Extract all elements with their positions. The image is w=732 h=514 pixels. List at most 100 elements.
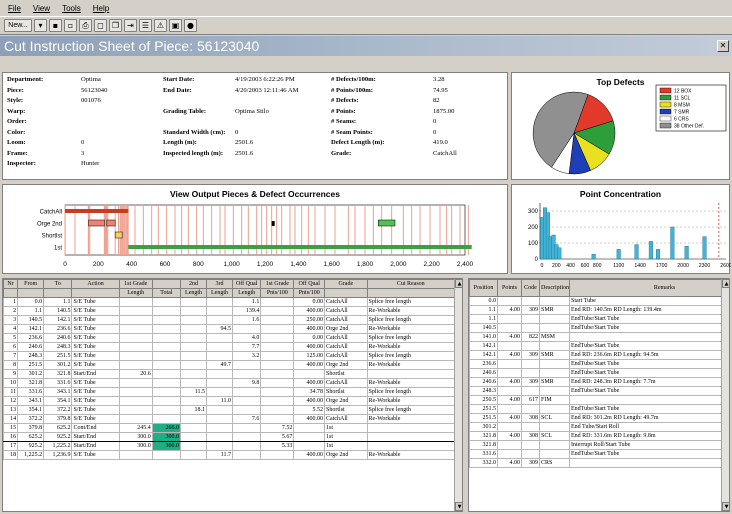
table-row[interactable]: 321.8 4.00 308 SCL End RD: 331.6m RD Length:…: [469, 431, 729, 441]
table-row[interactable]: 301.2 End Tube/Start Roll: [469, 422, 729, 432]
table-cell: [118, 450, 153, 460]
table-row[interactable]: 13 354.1 372.2 S/E Tube 18.1 5.52 Shortlst Spli…: [3, 405, 456, 415]
table-row[interactable]: 0.0 Start Tube: [469, 296, 729, 306]
column-header[interactable]: Off Qual: [231, 279, 262, 289]
column-header[interactable]: [324, 288, 368, 298]
table-row[interactable]: 5 236.6 240.6 S/E Tube 4.0 0.00 CatchAll Splice…: [3, 333, 456, 343]
menu-file[interactable]: File: [8, 4, 21, 13]
table-row[interactable]: 1.1 4.00 309 SMR End RD: 140.5m RD Length: 1…: [469, 305, 729, 315]
left-table-scrollbar[interactable]: ▲ ▼: [454, 279, 462, 511]
x-tick-label: 1,800: [357, 261, 374, 268]
dropdown-icon[interactable]: ▾: [34, 19, 47, 32]
table-row[interactable]: 142.1 EndTube/Start Tube: [469, 341, 729, 351]
table-row[interactable]: 3 140.5 142.1 S/E Tube 1.6 250.00 CatchAll Spli…: [3, 315, 456, 325]
table-row[interactable]: 236.6 EndTube/Start Tube: [469, 359, 729, 369]
table-row[interactable]: 240.6 EndTube/Start Tube: [469, 368, 729, 378]
column-header[interactable]: Code: [521, 279, 540, 297]
table-row[interactable]: 251.5 EndTube/Start Tube: [469, 404, 729, 414]
table-row[interactable]: 251.5 4.00 308 SCL End RD: 301.2m RD Length:…: [469, 413, 729, 423]
table-row[interactable]: 321.8 Interrupt Roll/Start Tube: [469, 440, 729, 450]
column-header[interactable]: Length: [231, 288, 262, 298]
table-row[interactable]: 141.0 4.00 822 MSM: [469, 332, 729, 342]
column-header[interactable]: Nr: [3, 279, 19, 289]
save-as-icon[interactable]: ▫: [64, 19, 77, 32]
table-row[interactable]: 12 343.1 354.1 S/E Tube 11.0 400.00 Orge 2nd Re…: [3, 396, 456, 406]
column-header[interactable]: Length: [118, 288, 153, 298]
column-header[interactable]: Pnts/100: [260, 288, 295, 298]
column-header[interactable]: 1st Grade: [260, 279, 295, 289]
column-header[interactable]: [43, 288, 73, 298]
table-cell: 309: [521, 350, 540, 360]
column-header[interactable]: [3, 288, 19, 298]
close-icon[interactable]: ✕: [717, 40, 729, 52]
export-icon[interactable]: ⇥: [124, 19, 137, 32]
column-header[interactable]: 1st Grade: [118, 279, 153, 289]
column-header[interactable]: Description: [539, 279, 570, 297]
table-cell: Re-Workable: [366, 342, 456, 352]
copy-icon[interactable]: ❐: [109, 19, 122, 32]
table-row[interactable]: 248.3 EndTube/Start Tube: [469, 386, 729, 396]
column-header[interactable]: Position: [469, 279, 498, 297]
table-row[interactable]: 17 925.2 1,225.2 Start/End 300.0 300.0 5.33 1st: [3, 441, 456, 451]
table-row[interactable]: 142.1 4.00 309 SMR End RD: 236.6m RD Length:…: [469, 350, 729, 360]
column-header[interactable]: To: [43, 279, 73, 289]
table-row[interactable]: 7 248.3 251.5 S/E Tube 3.2 125.00 CatchAll Spli…: [3, 351, 456, 361]
column-header[interactable]: Cut Reason: [366, 279, 456, 289]
menu-tools[interactable]: Tools: [62, 4, 81, 13]
new-button[interactable]: New...: [4, 19, 32, 32]
table-row[interactable]: 331.6 EndTube/Start Tube: [469, 449, 729, 459]
scroll-up-icon[interactable]: ▲: [455, 279, 462, 288]
save-icon[interactable]: ▪: [49, 19, 62, 32]
column-header[interactable]: 2nd: [180, 279, 208, 289]
table-row[interactable]: 4 142.1 236.6 S/E Tube 94.5 400.00 Orge 2nd Re-…: [3, 324, 456, 334]
table-row[interactable]: 250.5 4.00 617 FIM: [469, 395, 729, 405]
menu-help[interactable]: Help: [93, 4, 109, 13]
column-header[interactable]: Remarks: [569, 279, 729, 297]
table-row[interactable]: 6 240.6 248.3 S/E Tube 7.7 400.00 CatchAll Re-W…: [3, 342, 456, 352]
column-header[interactable]: [71, 288, 120, 298]
column-header[interactable]: Action: [71, 279, 120, 289]
column-header[interactable]: [151, 279, 182, 289]
column-header[interactable]: Grade: [324, 279, 368, 289]
row-label: CatchAll: [40, 210, 62, 216]
table-row[interactable]: 1.1 EndTube/Start Tube: [469, 314, 729, 324]
column-header[interactable]: Length: [206, 288, 233, 298]
table-row[interactable]: 18 1,225.2 1,236.9 S/E Tube 11.7 400.00 Orge 2…: [3, 450, 456, 460]
menu-view[interactable]: View: [33, 4, 50, 13]
table-row[interactable]: 11 331.6 343.1 S/E Tube 11.5 34.78 Shortlst Spl…: [3, 387, 456, 397]
help-icon[interactable]: ●: [184, 19, 197, 32]
table-row[interactable]: 1 0.0 1.1 S/E Tube 1.1 0.00 CatchAll Splice fre…: [3, 297, 456, 307]
column-header[interactable]: Pnts/100: [293, 288, 326, 298]
column-header[interactable]: Points: [497, 279, 522, 297]
column-header[interactable]: 3rd: [206, 279, 233, 289]
column-header[interactable]: Off Qual: [293, 279, 326, 289]
table-row[interactable]: 10 321.8 331.6 S/E Tube 9.8 400.00 CatchAll Re-…: [3, 378, 456, 388]
print-icon[interactable]: ⎙: [79, 19, 92, 32]
right-table-scrollbar[interactable]: ▲ ▼: [721, 279, 729, 511]
properties-icon[interactable]: ☰: [139, 19, 152, 32]
table-cell: [497, 323, 522, 333]
table-row[interactable]: 9 301.2 321.8 Start/End 20.6 Shortlst: [3, 369, 456, 379]
table-row[interactable]: 15 379.8 625.2 Cont/End 245.4 266.0 7.52 1st: [3, 423, 456, 433]
scroll-down-icon[interactable]: ▼: [455, 502, 462, 511]
table-row[interactable]: 2 1.1 140.5 S/E Tube 139.4 400.00 CatchAll Re-W…: [3, 306, 456, 316]
scroll-down-icon[interactable]: ▼: [722, 502, 729, 511]
column-header[interactable]: From: [17, 279, 45, 289]
scroll-up-icon[interactable]: ▲: [722, 279, 729, 288]
table-row[interactable]: 14 372.2 379.8 S/E Tube 7.6 400.00 CatchAll Re-…: [3, 414, 456, 424]
column-header[interactable]: Total: [151, 288, 182, 298]
column-header[interactable]: [366, 288, 456, 298]
warning-icon[interactable]: ⚠: [154, 19, 167, 32]
table-row[interactable]: 240.6 4.00 309 SMR End RD: 248.3m RD Length:…: [469, 377, 729, 387]
table-row[interactable]: 8 251.5 301.2 S/E Tube 49.7 400.00 Orge 2nd Re-…: [3, 360, 456, 370]
table-row[interactable]: 332.0 4.00 309 CRS: [469, 458, 729, 468]
column-header[interactable]: Length: [180, 288, 208, 298]
table-row[interactable]: 140.5 EndTube/Start Tube: [469, 323, 729, 333]
table-cell: 300.0: [151, 432, 182, 442]
column-header[interactable]: [17, 288, 45, 298]
print-preview-icon[interactable]: ◻: [94, 19, 107, 32]
table-row[interactable]: 16 625.2 925.2 Start/End 300.0 300.0 5.67 1st: [3, 432, 456, 442]
table-cell: [118, 315, 153, 325]
table-cell: [118, 378, 153, 388]
lock-icon[interactable]: ▣: [169, 19, 182, 32]
